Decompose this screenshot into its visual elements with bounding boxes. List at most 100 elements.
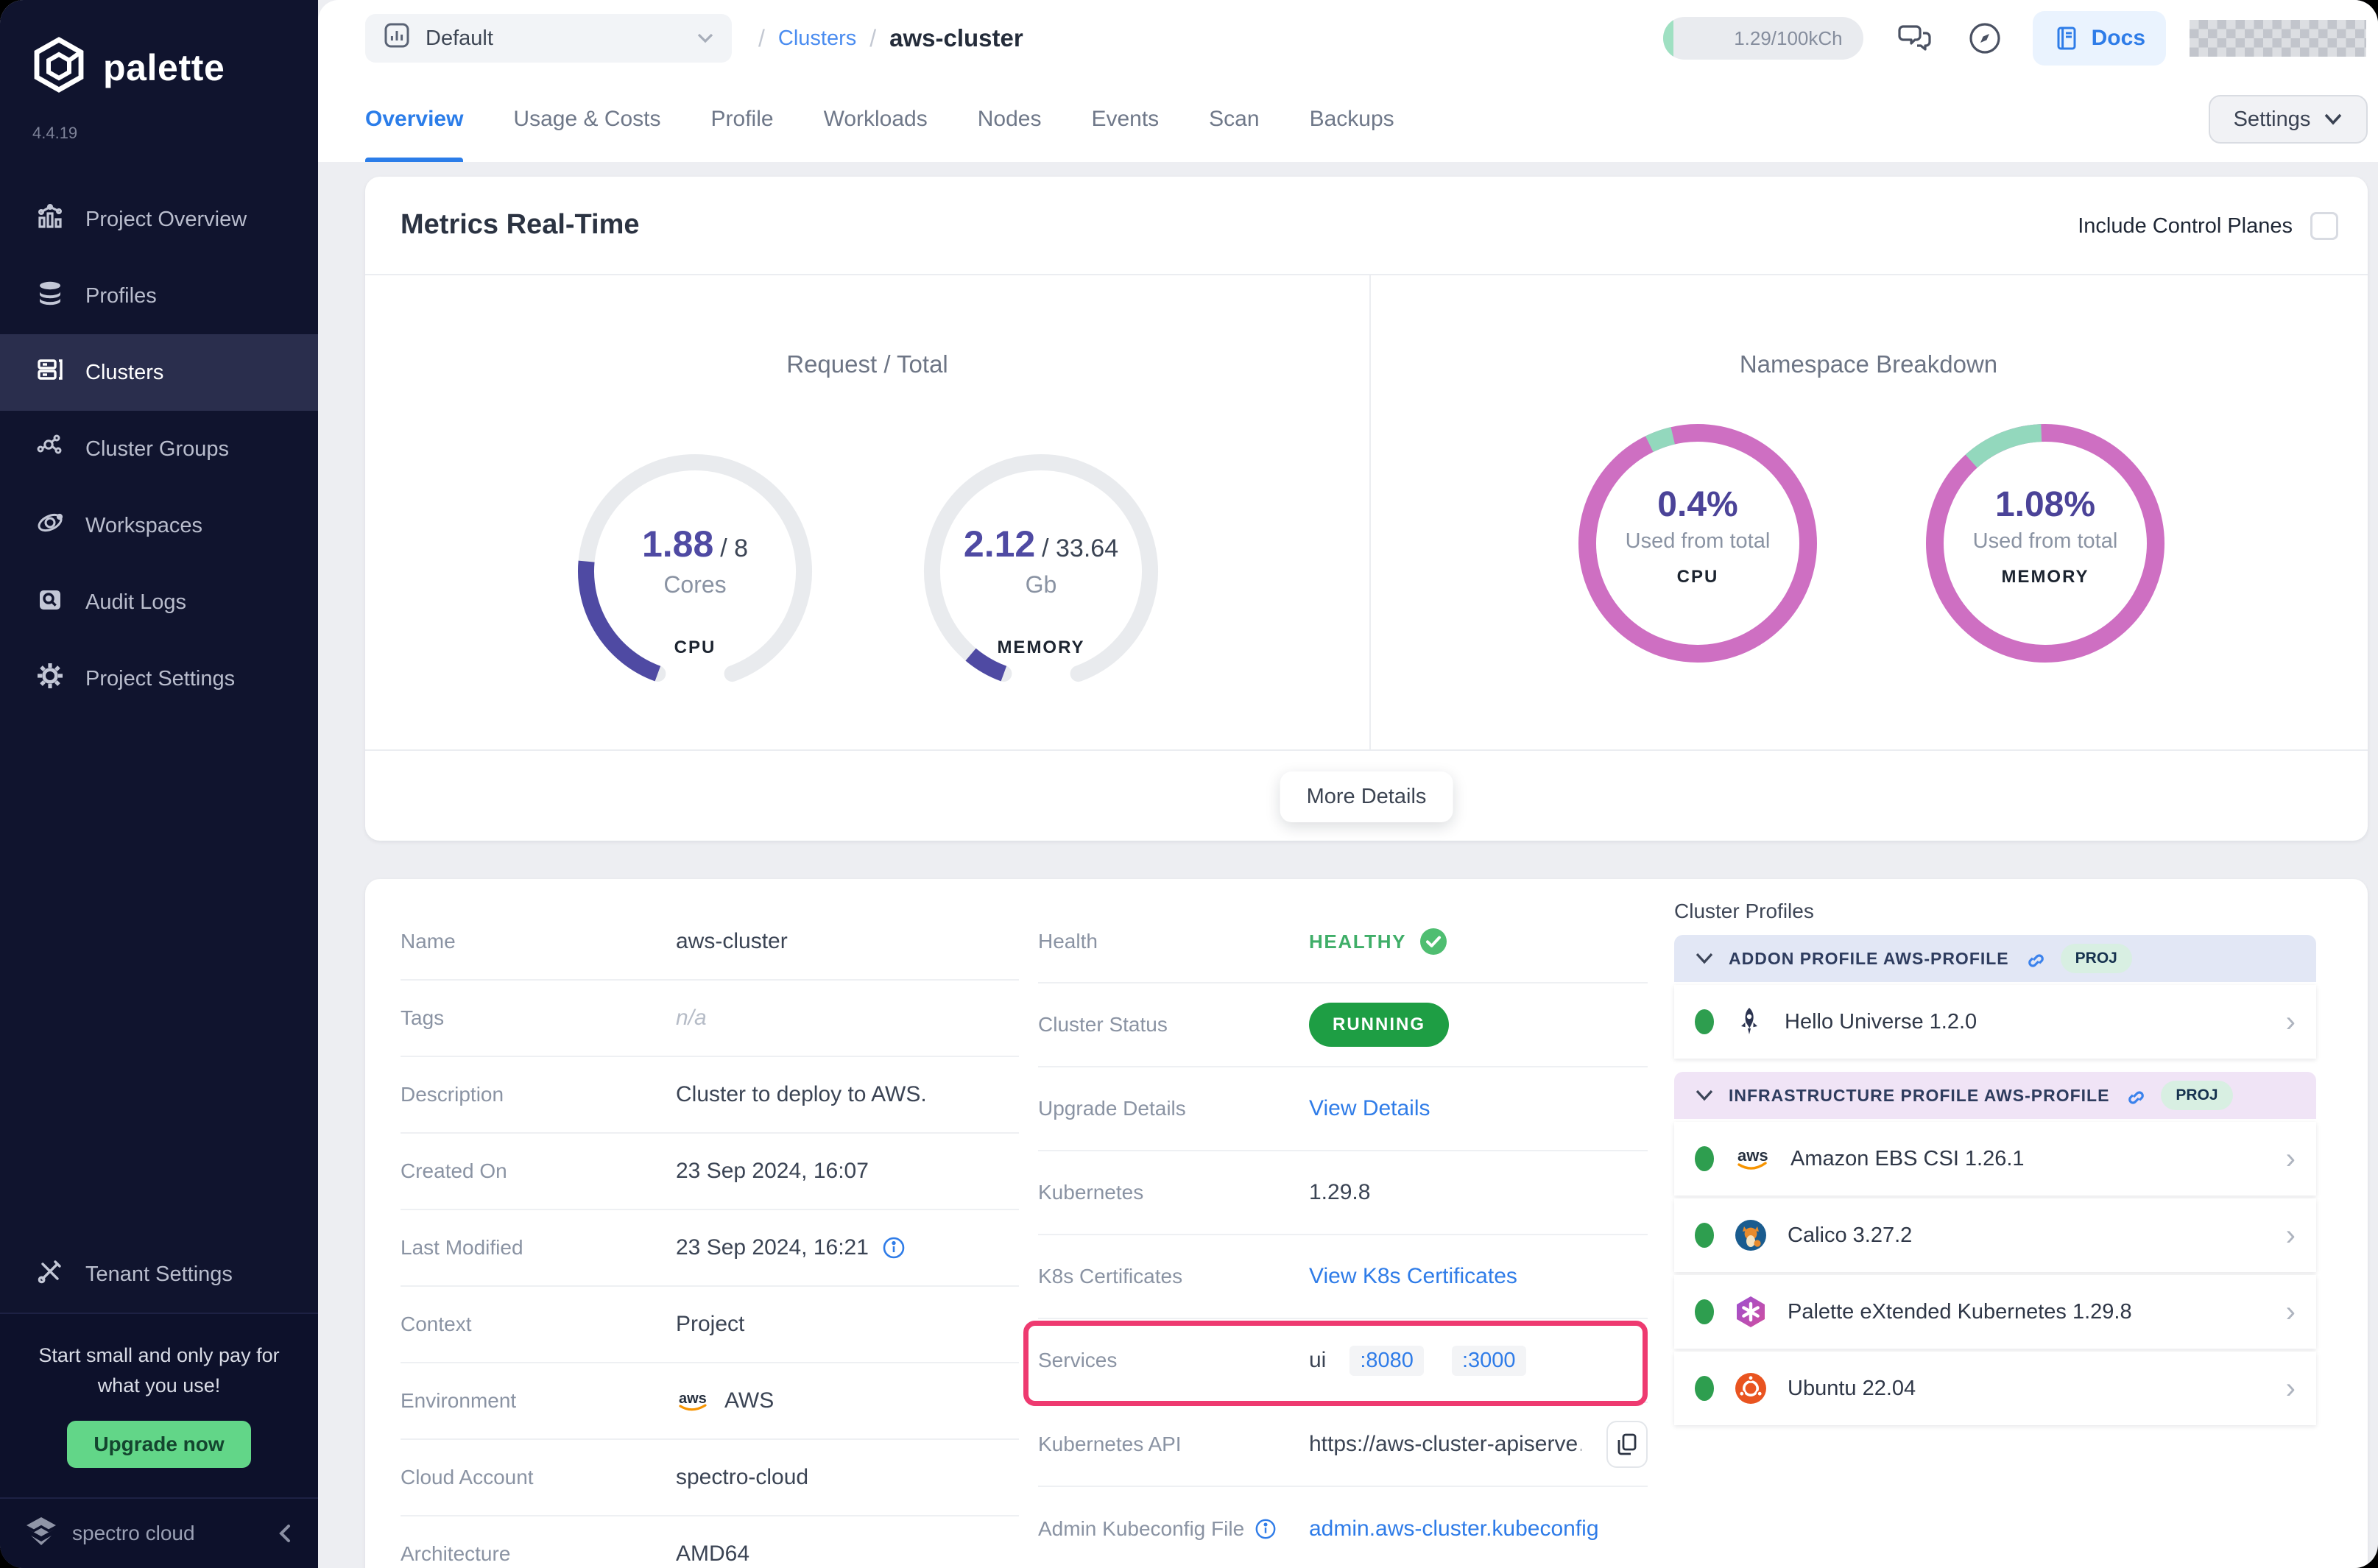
tab-scan[interactable]: Scan (1209, 77, 1259, 162)
page-content: Metrics Real-Time Include Control Planes… (318, 162, 2378, 1568)
usage-quota-value: 1.29/100kCh (1734, 27, 1842, 50)
view-details-link[interactable]: View Details (1309, 1096, 1430, 1121)
settings-button[interactable]: Settings (2209, 95, 2368, 144)
status-dot (1695, 1299, 1714, 1324)
project-selector[interactable]: Default (365, 14, 732, 63)
info-icon[interactable] (882, 1236, 906, 1260)
sidebar-item-label: Project Overview (85, 208, 247, 232)
detail-value: Cluster to deploy to AWS. (676, 1082, 927, 1107)
profile-layer-row-ubuntu[interactable]: Ubuntu 22.04 › (1674, 1352, 2316, 1425)
profile-layer-row-amazon-ebs[interactable]: aws Amazon EBS CSI 1.26.1 › (1674, 1122, 2316, 1196)
service-port-link[interactable]: :3000 (1452, 1346, 1526, 1376)
detail-row-cloud-account: Cloud Account spectro-cloud (401, 1440, 1019, 1516)
orbit-icon (35, 508, 65, 543)
chat-icon[interactable] (1896, 19, 1934, 57)
divider (365, 749, 2368, 751)
status-dot (1695, 1009, 1714, 1034)
details-column-basic: Name aws-cluster Tags n/a Description Cl… (401, 904, 1019, 1568)
divider (365, 274, 2368, 275)
detail-row-kubernetes: Kubernetes 1.29.8 (1038, 1151, 1648, 1235)
cluster-profiles-section: Cluster Profiles ADDON PROFILE AWS-PROFI… (1674, 900, 2316, 1425)
upgrade-promo: Start small and only pay for what you us… (0, 1313, 318, 1497)
chevron-right-icon: › (2286, 1144, 2296, 1173)
detail-value: AMD64 (676, 1541, 749, 1567)
profile-layer-row-palette-kubernetes[interactable]: Palette eXtended Kubernetes 1.29.8 › (1674, 1275, 2316, 1349)
profile-layer-row-calico[interactable]: Calico 3.27.2 › (1674, 1198, 2316, 1272)
detail-row-upgrade-details: Upgrade Details View Details (1038, 1067, 1648, 1151)
detail-label: Kubernetes API (1038, 1433, 1309, 1456)
kubernetes-version: 1.29.8 (1309, 1180, 1370, 1205)
detail-value: spectro-cloud (676, 1465, 808, 1490)
cpu-used-percent: 0.4% (1573, 484, 1823, 525)
sidebar-item-audit-logs[interactable]: Audit Logs (0, 564, 318, 640)
detail-row-health: Health HEALTHY (1038, 901, 1648, 983)
detail-row-cluster-status: Cluster Status RUNNING (1038, 983, 1648, 1067)
ubuntu-icon (1733, 1371, 1768, 1406)
upgrade-now-button[interactable]: Upgrade now (67, 1421, 250, 1468)
sidebar-item-clusters[interactable]: Clusters (0, 334, 318, 411)
sidebar-item-project-overview[interactable]: Project Overview (0, 181, 318, 258)
chevron-down-icon (1695, 953, 1714, 964)
sidebar-item-tenant-settings[interactable]: Tenant Settings (0, 1236, 318, 1313)
palette-xk-hexagon-icon (1733, 1294, 1768, 1329)
tab-overview[interactable]: Overview (365, 77, 463, 162)
service-port-link[interactable]: :8080 (1349, 1346, 1424, 1376)
tab-profile[interactable]: Profile (711, 77, 774, 162)
cpu-used-caption: Used from total (1573, 529, 1823, 554)
detail-label: Kubernetes (1038, 1181, 1309, 1204)
detail-label: Admin Kubeconfig File (1038, 1517, 1244, 1541)
more-details-button[interactable]: More Details (1280, 771, 1453, 822)
profile-layer-name: Palette eXtended Kubernetes 1.29.8 (1788, 1300, 2132, 1324)
detail-value: 23 Sep 2024, 16:07 (676, 1159, 869, 1184)
profile-layer-row-hello-universe[interactable]: Hello Universe 1.2.0 › (1674, 985, 2316, 1059)
admin-kubeconfig-link[interactable]: admin.aws-cluster.kubeconfig (1309, 1516, 1599, 1541)
docs-button[interactable]: Docs (2033, 11, 2166, 66)
tab-backups[interactable]: Backups (1310, 77, 1394, 162)
link-icon (2124, 1084, 2146, 1106)
project-selector-value: Default (426, 27, 493, 51)
detail-label: Name (401, 930, 676, 953)
view-k8s-certificates-link[interactable]: View K8s Certificates (1309, 1264, 1517, 1289)
sidebar-item-label: Clusters (85, 361, 163, 385)
details-column-status: Health HEALTHY Cluster Status RUNNING (1038, 901, 1648, 1568)
sidebar-nav: Project Overview Profiles (0, 181, 318, 717)
compass-icon[interactable] (1966, 20, 2003, 57)
sidebar-item-workspaces[interactable]: Workspaces (0, 487, 318, 564)
sidebar-item-cluster-groups[interactable]: Cluster Groups (0, 411, 318, 487)
breadcrumb-clusters-link[interactable]: Clusters (778, 27, 856, 51)
tab-nodes[interactable]: Nodes (978, 77, 1042, 162)
tab-usage-costs[interactable]: Usage & Costs (513, 77, 660, 162)
tab-workloads[interactable]: Workloads (824, 77, 928, 162)
profile-layer-name: Calico 3.27.2 (1788, 1223, 1912, 1248)
layers-icon (35, 278, 65, 314)
panel-title: Metrics Real-Time (401, 209, 640, 241)
copy-button[interactable] (1606, 1421, 1648, 1468)
addon-profile-group-header[interactable]: ADDON PROFILE AWS-PROFILE PROJ (1674, 935, 2316, 982)
group-header-label: ADDON PROFILE AWS-PROFILE (1729, 949, 2009, 969)
detail-row-k8s-certificates: K8s Certificates View K8s Certificates (1038, 1235, 1648, 1319)
hello-universe-icon (1733, 1006, 1765, 1038)
collapse-sidebar-icon[interactable] (277, 1523, 294, 1544)
chevron-right-icon: › (2286, 1374, 2296, 1403)
app-name: palette (103, 46, 225, 89)
detail-row-environment: Environment aws AWS (401, 1363, 1019, 1440)
detail-row-kubernetes-api: Kubernetes API https://aws-cluster-apise… (1038, 1403, 1648, 1487)
status-dot (1695, 1376, 1714, 1401)
sidebar-item-profiles[interactable]: Profiles (0, 258, 318, 334)
info-icon[interactable] (1255, 1518, 1277, 1540)
docs-label: Docs (2092, 26, 2145, 51)
infrastructure-profile-group-header[interactable]: INFRASTRUCTURE PROFILE AWS-PROFILE PROJ (1674, 1072, 2316, 1119)
chevron-down-icon (1695, 1090, 1714, 1101)
detail-row-admin-kubeconfig: Admin Kubeconfig File admin.aws-cluster.… (1038, 1487, 1648, 1568)
cpu-gauge: 1.88 / 8 Cores CPU (570, 446, 820, 696)
sidebar-item-label: Workspaces (85, 514, 202, 538)
value-separator: / (720, 534, 727, 562)
user-account-redacted[interactable] (2190, 20, 2366, 57)
sidebar-item-project-settings[interactable]: Project Settings (0, 640, 318, 717)
include-control-planes-checkbox[interactable] (2310, 212, 2338, 240)
memory-donut-label: MEMORY (1920, 567, 2170, 587)
detail-row-name: Name aws-cluster (401, 904, 1019, 981)
cpu-total-value: 8 (734, 534, 748, 562)
profile-layer-name: Ubuntu 22.04 (1788, 1377, 1916, 1401)
tab-events[interactable]: Events (1091, 77, 1159, 162)
